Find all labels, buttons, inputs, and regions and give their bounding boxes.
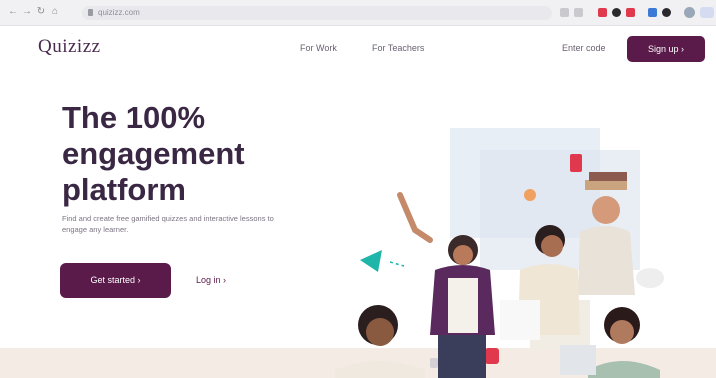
extension-icon[interactable] [626,8,635,17]
zoom-icon[interactable] [560,8,569,17]
browser-toolbar: ← → ↻ ⌂ quizizz.com [0,0,716,26]
log-in-link[interactable]: Log in › [196,274,226,286]
profile-avatar[interactable] [684,7,695,18]
reload-icon[interactable]: ↻ [36,7,46,17]
home-icon[interactable]: ⌂ [50,7,60,17]
back-icon[interactable]: ← [8,7,18,17]
extension-icon[interactable] [612,8,621,17]
sign-up-button[interactable]: Sign up › [627,36,705,62]
star-icon[interactable] [574,8,583,17]
cloud-icon [636,268,664,288]
extension-icon[interactable] [598,8,607,17]
extension-icon[interactable] [648,8,657,17]
pin-icon [430,358,438,368]
puzzle-icon[interactable] [662,8,671,17]
hero-title: The 100% engagement platform [62,100,245,207]
person-student-left [335,305,425,378]
badge-icon [485,348,499,364]
hero-illustration [335,128,664,378]
address-text[interactable]: quizizz.com [98,7,140,19]
paper-plane-icon [360,250,382,272]
hero-subtitle: Find and create free gamified quizzes an… [62,214,274,234]
menu-icon[interactable] [700,7,714,18]
chat-bubble-icon [524,189,536,201]
enter-code-link[interactable]: Enter code [562,42,606,54]
bookmark-icon [570,154,582,172]
get-started-button[interactable]: Get started › [60,263,171,298]
nav-for-work[interactable]: For Work [300,42,337,54]
logo[interactable]: Quizizz [38,36,101,58]
forward-icon[interactable]: → [22,7,32,17]
lock-icon [88,9,93,16]
address-bar[interactable] [82,6,552,20]
nav-for-teachers[interactable]: For Teachers [372,42,424,54]
trail-line [389,261,405,267]
